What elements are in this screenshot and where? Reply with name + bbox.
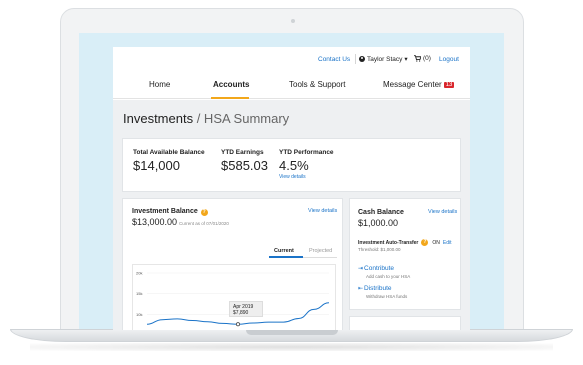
arrow-out-icon: ⇤ — [358, 286, 364, 292]
cart-count: (0) — [423, 55, 431, 62]
threshold-text: Threshold: $1,000.00 — [358, 247, 401, 252]
user-name: Taylor Stacy — [367, 55, 403, 63]
contact-us-link[interactable]: Contact Us — [318, 56, 350, 63]
cash-view-details-link[interactable]: View details — [428, 209, 457, 215]
ytd-performance-metric: YTD Performance 4.5% View details — [279, 149, 334, 180]
page-title: Investments / HSA Summary — [123, 111, 289, 126]
total-balance-label: Total Available Balance — [133, 149, 205, 156]
laptop-notch — [246, 330, 338, 335]
cart-icon — [414, 55, 421, 62]
contribute-label: Contribute — [364, 265, 395, 272]
webcam-icon — [291, 19, 295, 23]
ytd-view-details-link[interactable]: View details — [279, 174, 334, 180]
laptop-shadow — [30, 343, 553, 351]
investment-view-details-link[interactable]: View details — [308, 208, 337, 214]
nav-home[interactable]: Home — [149, 80, 170, 89]
nav-message-center[interactable]: Message Center 13 — [383, 80, 455, 89]
tab-current-indicator — [269, 256, 303, 258]
investment-balance-title-text: Investment Balance — [132, 208, 198, 215]
investment-chart: 20k15k10k5k Apr 2019 $7,890 — [132, 264, 336, 330]
as-of-date: Current as of 07/01/2020 — [179, 221, 229, 226]
distribute-link[interactable]: ⇤Distribute — [358, 285, 392, 292]
info-icon[interactable]: ? — [421, 239, 429, 246]
auto-transfer-label: Investment Auto-Transfer — [358, 239, 419, 246]
page-title-sub: / HSA Summary — [193, 111, 290, 126]
distribute-label: Distribute — [364, 285, 392, 292]
y-tick-label: 20k — [136, 271, 142, 276]
page-title-main: Investments — [123, 111, 194, 126]
logout-link[interactable]: Logout — [439, 56, 459, 63]
investment-balance-value: $13,000.00 Current as of 07/01/2020 — [132, 217, 229, 227]
auto-transfer-status: ON — [432, 239, 440, 246]
main-content: Investments / HSA Summary Total Availabl… — [113, 100, 470, 330]
nav-tools-support[interactable]: Tools & Support — [289, 80, 345, 89]
secondary-card — [349, 316, 461, 330]
tab-projected[interactable]: Projected — [309, 248, 332, 254]
investment-balance-amount: $13,000.00 — [132, 217, 178, 227]
cash-balance-value: $1,000.00 — [358, 218, 399, 228]
y-tick-label: 10k — [136, 312, 142, 317]
ytd-performance-label: YTD Performance — [279, 149, 334, 156]
ytd-earnings-value: $585.03 — [221, 158, 268, 173]
investment-line-chart: 20k15k10k5k — [136, 271, 330, 327]
investment-balance-card: Investment Balance ? View details $13,00… — [122, 198, 343, 330]
chart-tooltip: Apr 2019 $7,890 — [229, 301, 263, 317]
auto-transfer-row: Investment Auto-Transfer ? ON Edit — [358, 239, 458, 246]
user-icon — [359, 56, 365, 62]
data-point-marker[interactable] — [236, 322, 240, 327]
contribute-desc: Add cash to your HSA — [366, 274, 411, 279]
chart-tabs: Current Projected — [269, 246, 337, 258]
edit-auto-transfer-link[interactable]: Edit — [443, 240, 452, 246]
ytd-earnings-metric: YTD Earnings $585.03 — [221, 149, 268, 173]
user-menu[interactable]: Taylor Stacy ▾ — [359, 55, 408, 63]
message-count-badge: 13 — [443, 82, 455, 88]
chevron-down-icon: ▾ — [404, 56, 408, 63]
divider — [355, 54, 356, 64]
active-tab-indicator — [211, 97, 249, 99]
cash-balance-card: Cash Balance View details $1,000.00 Inve… — [349, 198, 461, 310]
ytd-performance-value: 4.5% — [279, 158, 309, 173]
cash-balance-title: Cash Balance — [358, 209, 404, 216]
total-balance-metric: Total Available Balance $14,000 — [133, 149, 205, 173]
utility-bar: Contact Us Taylor Stacy ▾ (0) Logout — [113, 47, 470, 69]
app-window: Contact Us Taylor Stacy ▾ (0) Logout Hom… — [113, 47, 470, 330]
distribute-desc: Withdraw HSA funds — [366, 294, 408, 299]
y-tick-label: 15k — [136, 291, 142, 296]
investment-balance-title: Investment Balance ? — [132, 208, 208, 216]
main-nav: Home Accounts Tools & Support Message Ce… — [113, 69, 470, 99]
contribute-link[interactable]: ⇥Contribute — [358, 265, 394, 272]
nav-message-center-label: Message Center — [383, 80, 442, 89]
cart-button[interactable]: (0) — [414, 55, 431, 62]
ytd-earnings-label: YTD Earnings — [221, 149, 264, 156]
arrow-in-icon: ⇥ — [358, 266, 364, 272]
tab-current[interactable]: Current — [274, 248, 294, 254]
info-icon[interactable]: ? — [200, 209, 208, 216]
tooltip-value: $7,890 — [233, 310, 249, 316]
total-balance-value: $14,000 — [133, 158, 180, 173]
nav-accounts[interactable]: Accounts — [213, 80, 249, 89]
balance-summary-card: Total Available Balance $14,000 YTD Earn… — [122, 138, 461, 192]
